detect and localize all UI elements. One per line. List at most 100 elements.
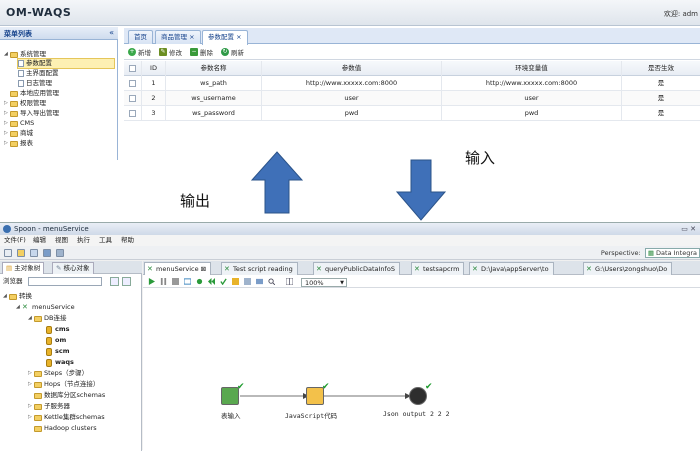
tree-item-hops[interactable]: ▷ Hops（节点连接）	[28, 379, 99, 390]
step-label: JavaScript代码	[285, 412, 338, 420]
tree-item-menuservice[interactable]: ◢ ✕ menuService	[16, 302, 75, 313]
browser-search-input[interactable]	[28, 277, 102, 286]
tab-bar: 首页 商品管理 × 参数配置 ×	[124, 28, 700, 45]
menu-help[interactable]: 帮助	[121, 235, 134, 246]
menu-view[interactable]: 视图	[55, 235, 68, 246]
transformation-icon: ✕	[22, 303, 28, 311]
tree-item-import-export[interactable]: ▷ 导入导出管理	[4, 109, 59, 118]
perspective-value: Data Integra	[656, 249, 697, 257]
tab-product-management[interactable]: 商品管理 ×	[155, 30, 201, 44]
expand-all-icon[interactable]	[110, 277, 119, 286]
add-button[interactable]: + 新增	[128, 47, 151, 57]
tree-item-slave-servers[interactable]: ▷ 子服务器	[28, 401, 70, 412]
menu-file[interactable]: 文件(F)	[4, 235, 26, 246]
tree-item-label: 日志管理	[26, 79, 52, 87]
tree-item-param-config[interactable]: 参数配置	[17, 58, 115, 69]
tree-item-shop[interactable]: ▷ 商城	[4, 129, 33, 138]
cell-env-value: http://www.xxxxx.com:8000	[442, 76, 622, 91]
tree-item-cluster-schemas[interactable]: ▷ Kettle集群schemas	[28, 412, 105, 423]
tree-item-partition-schemas[interactable]: 数据库分区schemas	[34, 390, 105, 401]
tree-item-label: menuService	[32, 303, 75, 311]
folder-icon	[10, 120, 18, 127]
flow-arrows-area	[0, 160, 700, 222]
cell-name: ws_path	[166, 76, 262, 91]
row-checkbox[interactable]	[124, 91, 142, 106]
window-controls[interactable]: ▭ ✕	[681, 225, 696, 233]
cell-value: user	[262, 91, 442, 106]
delete-button[interactable]: − 删除	[190, 47, 213, 57]
app-header: OM-WAQS 欢迎: adm	[0, 0, 700, 26]
row-checkbox[interactable]	[124, 76, 142, 91]
perspective-switcher[interactable]: Perspective: ▦ Data Integra	[601, 248, 700, 258]
col-header-id[interactable]: ID	[142, 61, 166, 76]
tree-item-label: 系统管理	[20, 50, 46, 58]
cell-name: ws_password	[166, 106, 262, 121]
folder-icon	[10, 100, 18, 107]
step-label: 表输入	[221, 412, 241, 420]
table-row[interactable]: 2 ws_username user user 是	[124, 91, 700, 106]
table-row[interactable]: 3 ws_password pwd pwd 是	[124, 106, 700, 121]
perspective-button[interactable]: ▦ Data Integra	[644, 248, 700, 258]
tab-label: 核心对象	[63, 264, 90, 272]
tab-home[interactable]: 首页	[128, 30, 153, 44]
tree-item-permissions[interactable]: ▷ 权限管理	[4, 99, 46, 108]
tree-item-cms[interactable]: ▷ CMS	[4, 119, 34, 128]
col-header-enabled[interactable]: 是否生效	[622, 61, 700, 76]
input-label: 输入	[465, 149, 496, 167]
tree-item-label: scm	[55, 347, 70, 355]
tree-item-db-scm[interactable]: scm	[46, 346, 70, 357]
step-label: Json output 2 2 2	[383, 410, 450, 418]
tree-item-label: om	[55, 336, 67, 344]
tree-item-steps[interactable]: ▷ Steps（步骤）	[28, 368, 88, 379]
new-file-icon[interactable]	[4, 249, 12, 257]
col-header-value[interactable]: 参数值	[262, 61, 442, 76]
menu-run[interactable]: 执行	[77, 235, 90, 246]
tree-item-main-config[interactable]: 主界面配置	[18, 69, 59, 78]
tree-item-db-om[interactable]: om	[46, 335, 66, 346]
tree-item-label: 商城	[20, 129, 33, 137]
up-arrow-icon	[250, 151, 304, 214]
tab-core-objects[interactable]: ✎ 核心对象	[52, 262, 94, 274]
tree-item-db-cms[interactable]: cms	[46, 324, 70, 335]
tab-main-tree[interactable]: ▤ 主对象树	[2, 262, 45, 274]
menu-panel: 菜单列表 « ◢ 系统管理 参数配置 主界面配置 日志管理 本地应用管理 ▷ 权限管…	[0, 27, 118, 160]
folder-icon	[34, 392, 42, 399]
tree-item-local-apps[interactable]: 本地应用管理	[10, 89, 59, 98]
tree-item-transformations[interactable]: ◢ 转换	[3, 291, 32, 302]
menu-edit[interactable]: 编辑	[33, 235, 46, 246]
edit-label: 修改	[169, 49, 182, 57]
tree-item-reports[interactable]: ▷ 报表	[4, 139, 33, 148]
collapse-icon[interactable]: «	[109, 28, 114, 37]
save-as-icon[interactable]	[56, 249, 64, 257]
col-header-name[interactable]: 参数名称	[166, 61, 262, 76]
tree-item-label: 本地应用管理	[20, 89, 59, 97]
tree-item-db-waqs[interactable]: waqs	[46, 357, 74, 368]
save-icon[interactable]	[43, 249, 51, 257]
minus-icon: −	[190, 48, 198, 56]
perspective-label: Perspective:	[600, 249, 641, 257]
collapse-all-icon[interactable]	[122, 277, 131, 286]
tab-param-config[interactable]: 参数配置 ×	[202, 30, 248, 45]
spoon-window: Spoon - menuService ▭ ✕ 文件(F) 编辑 视图 执行 工…	[0, 222, 700, 451]
tree-item-db-connections[interactable]: ◢ DB连接	[28, 313, 66, 324]
tree-item-log[interactable]: 日志管理	[18, 79, 52, 88]
tree-item-hadoop-clusters[interactable]: Hadoop clusters	[34, 423, 97, 434]
cell-enabled: 是	[657, 94, 665, 102]
row-checkbox[interactable]	[124, 106, 142, 121]
table-row[interactable]: 1 ws_path http://www.xxxxx.com:8000 http…	[124, 76, 700, 91]
pencil-icon: ✎	[159, 48, 167, 56]
cell-id: 2	[142, 91, 166, 106]
col-header-env-value[interactable]: 环境变量值	[442, 61, 622, 76]
tree-item-system[interactable]: ◢ 系统管理	[4, 50, 46, 59]
grid-header-row: ID 参数名称 参数值 环境变量值 是否生效	[124, 61, 700, 76]
explore-repository-icon[interactable]	[30, 249, 38, 257]
select-all-checkbox[interactable]	[124, 61, 142, 76]
folder-icon	[9, 293, 17, 300]
refresh-button[interactable]: ↻ 刷新	[221, 47, 244, 57]
edit-button[interactable]: ✎ 修改	[159, 47, 182, 57]
menu-tools[interactable]: 工具	[99, 235, 112, 246]
tree-item-label: DB连接	[44, 314, 67, 322]
data-integration-icon: ▦	[647, 249, 657, 257]
open-folder-icon[interactable]	[17, 249, 25, 257]
delete-label: 删除	[200, 49, 213, 57]
